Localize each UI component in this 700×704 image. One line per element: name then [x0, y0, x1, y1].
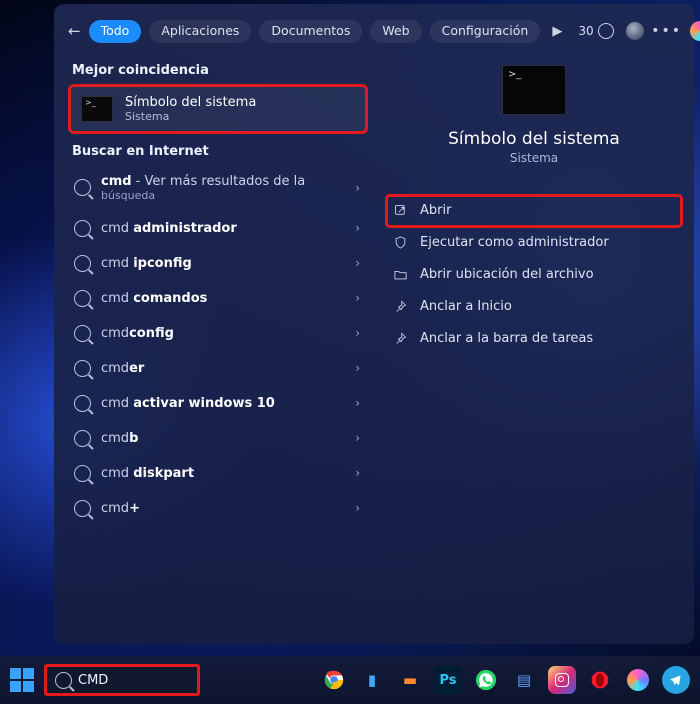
web-result-label: cmdconfig	[101, 326, 345, 341]
pin-icon	[392, 331, 408, 347]
preview-subtitle: Sistema	[386, 151, 682, 165]
search-icon	[74, 500, 91, 517]
back-button[interactable]: ←	[68, 20, 81, 42]
chevron-right-icon: ›	[355, 361, 360, 375]
search-icon	[74, 220, 91, 237]
web-result-item[interactable]: cmd administrador ›	[68, 211, 368, 246]
taskbar-search[interactable]: CMD	[44, 664, 200, 696]
best-match-result[interactable]: Símbolo del sistema Sistema	[68, 84, 368, 134]
open-icon	[392, 203, 408, 219]
search-panel: ← Todo Aplicaciones Documentos Web Confi…	[54, 4, 694, 644]
preview-title: Símbolo del sistema	[386, 129, 682, 149]
taskbar-app-icon[interactable]: ▬	[396, 666, 424, 694]
taskbar-search-value: CMD	[78, 673, 108, 688]
instagram-icon[interactable]	[548, 666, 576, 694]
action-label: Abrir ubicación del archivo	[420, 267, 594, 282]
web-result-item[interactable]: cmd+ ›	[68, 491, 368, 526]
copilot-icon[interactable]	[690, 20, 700, 42]
rewards-icon	[598, 23, 614, 39]
web-result-label: cmd diskpart	[101, 466, 345, 481]
preview-cmd-icon	[502, 65, 566, 115]
taskbar-app-icon[interactable]: ▤	[510, 666, 538, 694]
web-result-item[interactable]: cmdb ›	[68, 421, 368, 456]
action-open[interactable]: Abrir	[386, 195, 682, 227]
action-label: Anclar a Inicio	[420, 299, 512, 314]
action-pin-task[interactable]: Anclar a la barra de tareas	[386, 323, 682, 355]
tab-web[interactable]: Web	[370, 20, 421, 43]
chevron-right-icon: ›	[355, 291, 360, 305]
section-search-web: Buscar en Internet	[72, 144, 368, 159]
web-result-label: cmd administrador	[101, 221, 345, 236]
search-icon	[74, 179, 91, 196]
web-result-label: cmdb	[101, 431, 345, 446]
tab-aplicaciones[interactable]: Aplicaciones	[149, 20, 251, 43]
results-column: Mejor coincidencia Símbolo del sistema S…	[68, 53, 368, 629]
web-result-label: cmd ipconfig	[101, 256, 345, 271]
web-result-item[interactable]: cmd diskpart ›	[68, 456, 368, 491]
action-label: Ejecutar como administrador	[420, 235, 609, 250]
web-result-label: cmder	[101, 361, 345, 376]
search-icon	[74, 325, 91, 342]
web-result-item[interactable]: cmd activar windows 10 ›	[68, 386, 368, 421]
tab-todo[interactable]: Todo	[89, 20, 142, 43]
rewards-points[interactable]: 30	[578, 23, 613, 39]
search-icon	[74, 395, 91, 412]
chevron-right-icon: ›	[355, 396, 360, 410]
play-icon[interactable]: ▶	[552, 20, 562, 42]
section-best-match: Mejor coincidencia	[72, 63, 368, 78]
search-icon	[74, 360, 91, 377]
photoshop-icon[interactable]: Ps	[434, 666, 462, 694]
whatsapp-icon[interactable]	[472, 666, 500, 694]
action-pin-start[interactable]: Anclar a Inicio	[386, 291, 682, 323]
web-result-label: cmd comandos	[101, 291, 345, 306]
points-value: 30	[578, 24, 593, 38]
web-result-label: cmd - Ver más resultados de labúsqueda	[101, 174, 345, 202]
action-admin[interactable]: Ejecutar como administrador	[386, 227, 682, 259]
web-result-item[interactable]: cmd comandos ›	[68, 281, 368, 316]
best-match-title: Símbolo del sistema	[125, 95, 256, 110]
tab-configuracion[interactable]: Configuración	[430, 20, 541, 43]
search-icon	[55, 672, 72, 689]
taskbar-app-icon[interactable]: ▮	[358, 666, 386, 694]
web-result-item[interactable]: cmdconfig ›	[68, 316, 368, 351]
shield-icon	[392, 235, 408, 251]
search-icon	[74, 290, 91, 307]
folder-icon	[392, 267, 408, 283]
pin-icon	[392, 299, 408, 315]
chevron-right-icon: ›	[355, 256, 360, 270]
chevron-right-icon: ›	[355, 181, 360, 195]
action-label: Anclar a la barra de tareas	[420, 331, 593, 346]
chevron-right-icon: ›	[355, 221, 360, 235]
account-avatar-icon[interactable]	[626, 20, 644, 42]
preview-actions: Abrir Ejecutar como administrador Abrir ub…	[386, 195, 682, 355]
search-icon	[74, 465, 91, 482]
chrome-icon[interactable]	[320, 666, 348, 694]
chevron-right-icon: ›	[355, 501, 360, 515]
search-icon	[74, 430, 91, 447]
action-label: Abrir	[420, 203, 451, 218]
chevron-right-icon: ›	[355, 431, 360, 445]
telegram-icon[interactable]	[662, 666, 690, 694]
preview-column: Símbolo del sistema Sistema Abrir Ejecuta…	[386, 53, 682, 629]
web-results-list: cmd - Ver más resultados de labúsqueda›c…	[68, 165, 368, 526]
tab-documentos[interactable]: Documentos	[259, 20, 362, 43]
search-tabs-row: ← Todo Aplicaciones Documentos Web Confi…	[68, 20, 682, 43]
web-result-item[interactable]: cmd - Ver más resultados de labúsqueda ›	[68, 165, 368, 211]
cmd-icon	[81, 96, 113, 122]
start-button[interactable]	[10, 668, 34, 692]
search-icon	[74, 255, 91, 272]
web-result-item[interactable]: cmd ipconfig ›	[68, 246, 368, 281]
action-loc[interactable]: Abrir ubicación del archivo	[386, 259, 682, 291]
more-icon[interactable]: •••	[656, 20, 678, 42]
web-result-label: cmd activar windows 10	[101, 396, 345, 411]
chevron-right-icon: ›	[355, 466, 360, 480]
opera-icon[interactable]	[586, 666, 614, 694]
chevron-right-icon: ›	[355, 326, 360, 340]
web-result-label: cmd+	[101, 501, 345, 516]
web-result-item[interactable]: cmder ›	[68, 351, 368, 386]
best-match-subtitle: Sistema	[125, 110, 256, 123]
copilot-taskbar-icon[interactable]	[624, 666, 652, 694]
taskbar: CMD ▮ ▬ Ps ▤	[0, 656, 700, 704]
